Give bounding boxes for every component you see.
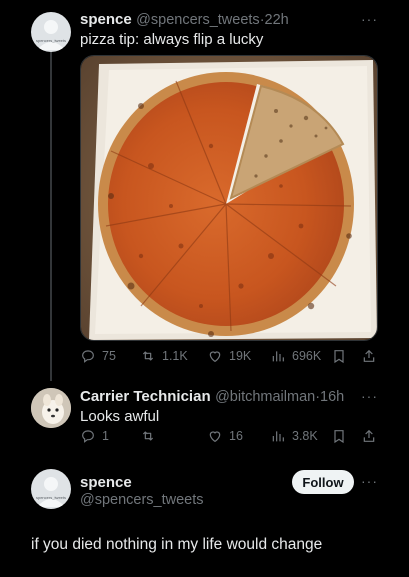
pizza-photo — [81, 56, 377, 340]
share-button[interactable] — [361, 428, 377, 444]
reply-icon — [82, 430, 94, 443]
reply-header: Carrier Technician @bitchmailman·16h — [80, 388, 344, 406]
handle[interactable]: @bitchmailman — [215, 389, 315, 405]
reply-count: 75 — [102, 349, 116, 363]
like-count: 19K — [229, 349, 252, 363]
like-icon — [209, 431, 221, 443]
avatar-caption: spencers_tweets — [35, 38, 66, 43]
reply-icon — [82, 350, 94, 363]
tweet-header: spence @spencers_tweets·22h — [80, 11, 289, 29]
views-button[interactable]: 696K — [270, 348, 321, 364]
share-icon — [363, 349, 375, 362]
more-icon[interactable]: ··· — [361, 388, 378, 404]
views-icon — [272, 431, 284, 442]
views-button[interactable]: 3.8K — [270, 428, 318, 444]
retweet-button[interactable]: 1.1K — [140, 348, 188, 364]
more-icon[interactable]: ··· — [361, 11, 378, 27]
handle[interactable]: @spencers_tweets — [136, 12, 260, 28]
avatar[interactable]: spencers_tweets — [31, 12, 71, 52]
tweet-text: pizza tip: always flip a lucky — [80, 31, 264, 48]
bookmark-icon — [334, 350, 344, 364]
follow-button[interactable]: Follow — [292, 470, 354, 494]
avatar[interactable] — [31, 388, 71, 428]
reply-button[interactable]: 1 — [80, 428, 109, 444]
retweet-icon — [142, 351, 154, 361]
reply-text: Looks awful — [80, 408, 160, 425]
views-icon — [272, 351, 284, 362]
retweet-button[interactable] — [140, 428, 162, 444]
avatar[interactable]: spencers_tweets — [31, 469, 71, 509]
display-name[interactable]: Carrier Technician — [80, 388, 211, 405]
timestamp[interactable]: 16h — [320, 389, 344, 405]
retweet-count: 1.1K — [162, 349, 188, 363]
views-count: 696K — [292, 349, 322, 363]
timestamp[interactable]: 22h — [265, 12, 289, 28]
profile-handle[interactable]: @spencers_tweets — [80, 492, 204, 508]
share-icon — [363, 429, 375, 442]
bookmark-button[interactable] — [331, 428, 347, 444]
avatar-caption: spencers_tweets — [35, 495, 66, 500]
like-count: 16 — [229, 429, 243, 443]
tweet-photo[interactable] — [80, 55, 378, 341]
views-count: 3.8K — [292, 429, 318, 443]
quote-text: if you died nothing in my life would cha… — [31, 536, 323, 553]
thread-line — [50, 46, 52, 381]
display-name[interactable]: spence — [80, 11, 132, 28]
bookmark-button[interactable] — [331, 348, 347, 364]
bookmark-icon — [334, 430, 344, 444]
share-button[interactable] — [361, 348, 377, 364]
more-icon[interactable]: ··· — [361, 473, 378, 489]
reply-button[interactable]: 75 — [80, 348, 116, 364]
retweet-icon — [142, 431, 154, 441]
profile-name[interactable]: spence — [80, 474, 132, 491]
like-button[interactable]: 19K — [207, 348, 251, 364]
like-icon — [209, 351, 221, 363]
reply-count: 1 — [102, 429, 109, 443]
like-button[interactable]: 16 — [207, 428, 243, 444]
